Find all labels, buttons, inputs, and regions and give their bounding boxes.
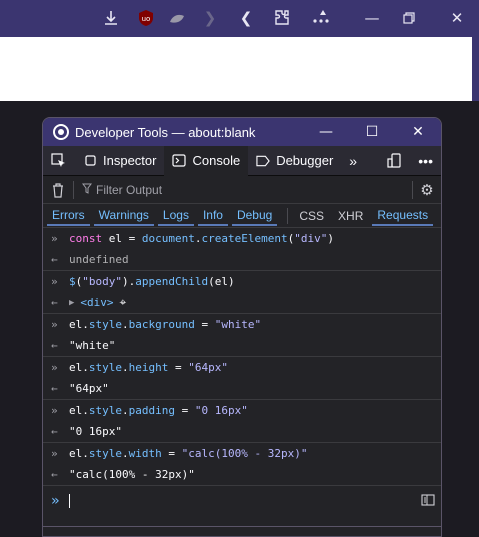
console-result-text: "0 16px" xyxy=(69,425,122,438)
result-arrow-icon: ← xyxy=(51,296,58,309)
responsive-design-icon[interactable] xyxy=(378,146,410,176)
result-arrow-icon: ← xyxy=(51,339,58,352)
devtools-window: Developer Tools — about:blank — ☐ ✕ Insp… xyxy=(42,117,442,537)
console-input-text: el.style.padding = "0 16px" xyxy=(69,404,248,417)
console-input-text: const el = document.createElement("div") xyxy=(69,232,334,245)
download-icon[interactable] xyxy=(101,8,121,28)
console-icon xyxy=(172,154,187,168)
console-result-row: ← "calc(100% - 32px)" xyxy=(43,464,441,485)
console-result-row: ← ▶ <div> ⌖ xyxy=(43,292,441,313)
input-chevron-icon: » xyxy=(51,318,58,331)
console-entry: » const el = document.createElement("div… xyxy=(43,228,441,271)
result-arrow-icon: ← xyxy=(51,253,58,266)
tab-console[interactable]: Console xyxy=(164,145,249,176)
console-result-text: "calc(100% - 32px)" xyxy=(69,468,195,481)
console-result-text: "64px" xyxy=(69,382,109,395)
console-input-row: » el.style.padding = "0 16px" xyxy=(43,400,441,421)
devtools-titlebar: Developer Tools — about:blank — ☐ ✕ xyxy=(43,118,441,146)
devtools-close-button[interactable]: ✕ xyxy=(395,124,441,140)
console-entry: » el.style.padding = "0 16px" ← "0 16px" xyxy=(43,400,441,443)
tab-inspector[interactable]: Inspector xyxy=(75,146,164,176)
clear-console-icon[interactable] xyxy=(43,182,73,198)
inspect-node-target-icon[interactable]: ⌖ xyxy=(120,295,127,310)
tab-console-label: Console xyxy=(192,153,241,168)
more-icon[interactable] xyxy=(311,8,331,28)
console-filter-bar: Filter Output ⚙ xyxy=(43,176,441,204)
filter-warnings[interactable]: Warnings xyxy=(93,206,154,226)
console-result-row: ← undefined xyxy=(43,249,441,270)
restore-icon[interactable] xyxy=(399,8,419,28)
console-entry: » el.style.width = "calc(100% - 32px)" ←… xyxy=(43,443,441,486)
tab-inspector-label: Inspector xyxy=(103,153,157,168)
result-arrow-icon: ← xyxy=(51,425,58,438)
filter-output-input[interactable]: Filter Output xyxy=(96,183,412,197)
console-input-row: » $("body").appendChild(el) xyxy=(43,271,441,292)
scroll-edge xyxy=(472,37,479,101)
filter-css[interactable]: CSS xyxy=(294,207,329,225)
console-input-text: el.style.background = "white" xyxy=(69,318,262,331)
input-chevron-icon: » xyxy=(51,361,58,374)
puzzle-icon[interactable] xyxy=(272,8,292,28)
inspector-icon xyxy=(83,154,97,168)
console-output: » const el = document.createElement("div… xyxy=(43,228,441,516)
prompt-chevron-icon: » xyxy=(51,493,60,509)
devtools-menu-icon[interactable]: ••• xyxy=(410,146,441,176)
console-result-row: ← "white" xyxy=(43,335,441,356)
more-tools-chevron-icon[interactable]: » xyxy=(341,146,365,176)
console-entry: » el.style.height = "64px" ← "64px" xyxy=(43,357,441,400)
console-input-line[interactable]: » xyxy=(43,486,441,516)
input-chevron-icon: » xyxy=(51,404,58,417)
filter-icon xyxy=(82,183,92,197)
console-entry: » el.style.background = "white" ← "white… xyxy=(43,314,441,357)
back-icon[interactable]: ❮ xyxy=(236,8,256,28)
console-result-text: undefined xyxy=(69,253,129,266)
chevron-right-icon[interactable]: ❯ xyxy=(200,8,220,28)
firefox-devtools-icon xyxy=(53,124,69,140)
debugger-icon xyxy=(256,154,270,168)
expand-node-twisty-icon[interactable]: ▶ xyxy=(69,298,74,308)
tab-debugger[interactable]: Debugger xyxy=(248,146,341,176)
console-entry: » $("body").appendChild(el) ← ▶ <div> ⌖ xyxy=(43,271,441,314)
browser-toolbar: uo ❯ ❮ — ✕ xyxy=(0,0,479,37)
console-result-row: ← "64px" xyxy=(43,378,441,399)
minimize-icon[interactable]: — xyxy=(362,8,382,28)
devtools-maximize-button[interactable]: ☐ xyxy=(349,124,395,140)
input-chevron-icon: » xyxy=(51,232,58,245)
filter-requests[interactable]: Requests xyxy=(372,206,434,226)
filter-debug[interactable]: Debug xyxy=(231,206,278,226)
extension-icon[interactable] xyxy=(167,8,187,28)
result-arrow-icon: ← xyxy=(51,382,58,395)
ublock-icon[interactable]: uo xyxy=(136,8,156,28)
result-arrow-icon: ← xyxy=(51,468,58,481)
console-input-text: el.style.width = "calc(100% - 32px)" xyxy=(69,447,308,460)
svg-text:uo: uo xyxy=(142,15,151,23)
filter-info[interactable]: Info xyxy=(197,206,228,226)
input-chevron-icon: » xyxy=(51,447,58,460)
console-input-text: $("body").appendChild(el) xyxy=(69,275,235,288)
editor-mode-toggle-icon[interactable] xyxy=(421,493,435,509)
console-result-node[interactable]: <div> xyxy=(80,296,113,309)
console-result-text: "white" xyxy=(69,339,116,352)
console-input-row: » el.style.height = "64px" xyxy=(43,357,441,378)
devtools-minimize-button[interactable]: — xyxy=(303,124,349,140)
console-settings-gear-icon[interactable]: ⚙ xyxy=(413,181,441,199)
filter-errors[interactable]: Errors xyxy=(47,206,90,226)
console-result-row: ← "0 16px" xyxy=(43,421,441,442)
console-input-text: el.style.height = "64px" xyxy=(69,361,228,374)
console-category-bar: Errors Warnings Logs Info Debug CSS XHR … xyxy=(43,204,441,228)
console-input-row: » el.style.width = "calc(100% - 32px)" xyxy=(43,443,441,464)
category-divider xyxy=(287,207,289,224)
element-picker-button[interactable] xyxy=(43,146,75,176)
input-chevron-icon: » xyxy=(51,275,58,288)
close-icon[interactable]: ✕ xyxy=(447,8,467,28)
devtools-title: Developer Tools — about:blank xyxy=(75,124,256,140)
filter-logs[interactable]: Logs xyxy=(157,206,194,226)
console-input-row: » const el = document.createElement("div… xyxy=(43,228,441,249)
devtools-toolbox: Inspector Console Debugger » ••• xyxy=(43,145,441,176)
inserted-div xyxy=(0,37,472,101)
text-cursor xyxy=(69,494,70,508)
console-input-row: » el.style.background = "white" xyxy=(43,314,441,335)
filter-xhr[interactable]: XHR xyxy=(333,207,368,225)
tab-debugger-label: Debugger xyxy=(276,153,334,168)
